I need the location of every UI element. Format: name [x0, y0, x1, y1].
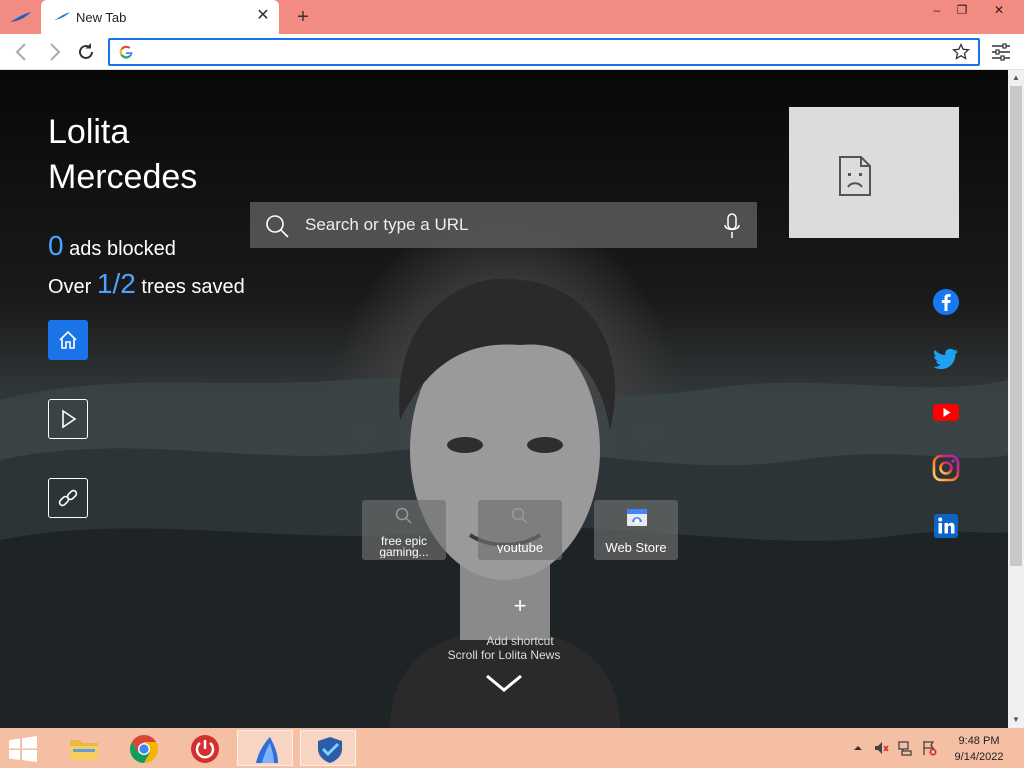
volume-muted-icon[interactable] [873, 740, 889, 756]
link-icon [58, 489, 78, 507]
power-app-icon [191, 735, 219, 763]
address-bar[interactable] [108, 38, 980, 66]
home-button[interactable] [48, 320, 88, 360]
taskbar-shield-vpn[interactable] [300, 730, 356, 766]
search-icon [395, 507, 412, 524]
trees-saved-label: trees saved [141, 276, 245, 298]
clock-date: 9/14/2022 [954, 751, 1004, 763]
taskbar-clock[interactable]: 9:48 PM 9/14/2022 [944, 733, 1014, 765]
instagram-icon[interactable] [932, 454, 960, 482]
new-tab-page: Lolita Mercedes 0 ads blocked Over 1/2 t… [0, 70, 1008, 728]
app-logo-icon [10, 12, 31, 22]
taskbar-chrome[interactable] [115, 730, 171, 766]
settings-sliders-icon[interactable] [990, 42, 1012, 62]
title-bar: New Tab ✕ + – ❐ ✕ [0, 0, 1024, 34]
forward-icon[interactable] [42, 40, 66, 64]
add-shortcut-button[interactable]: + Add shortcut [470, 594, 570, 650]
home-icon [59, 330, 77, 349]
shortcut-tile[interactable]: youtube [478, 500, 562, 560]
taskbar-power-app[interactable] [176, 730, 232, 766]
back-icon[interactable] [10, 40, 34, 64]
window-close-button[interactable]: ✕ [982, 0, 1016, 20]
page-scrollbar[interactable]: ▲ ▼ [1008, 70, 1024, 728]
network-icon[interactable] [897, 740, 913, 756]
tab-favicon-icon [54, 12, 70, 20]
new-tab-button[interactable]: + [292, 6, 314, 28]
star-icon[interactable] [952, 43, 970, 61]
tab-title: New Tab [76, 10, 127, 25]
shortcut-tile[interactable]: Web Store [594, 500, 678, 560]
taskbar-file-explorer[interactable] [55, 730, 111, 766]
tray-up-icon[interactable] [850, 740, 866, 756]
shortcut-tile[interactable]: free epic gaming... [362, 500, 446, 560]
reload-icon[interactable] [74, 40, 98, 64]
scroll-up-arrow[interactable]: ▲ [1008, 70, 1024, 86]
microphone-icon[interactable] [723, 213, 741, 239]
linkedin-icon[interactable] [932, 512, 960, 540]
shortcut-label: Web Store [605, 542, 667, 553]
news-scroll-label: Scroll for Lolita News [447, 648, 561, 662]
scroll-down-arrow[interactable]: ▼ [1008, 712, 1024, 728]
file-explorer-icon [70, 740, 98, 760]
search-input[interactable] [305, 215, 705, 235]
twitter-icon[interactable] [932, 344, 960, 372]
lolita-browser-icon [256, 737, 278, 763]
play-button[interactable] [48, 399, 88, 439]
trees-saved-count: 1/2 [96, 268, 136, 299]
trees-saved-stat: Over 1/2 trees saved [48, 270, 248, 301]
search-icon [266, 215, 289, 238]
broken-document-icon [839, 156, 871, 196]
play-icon [62, 409, 77, 429]
add-shortcut-label: Add shortcut [486, 634, 554, 648]
flag-alert-icon[interactable] [921, 740, 937, 756]
ads-blocked-count: 0 [48, 230, 64, 261]
youtube-icon[interactable] [932, 398, 960, 426]
facebook-icon[interactable] [932, 288, 960, 316]
trees-prefix: Over [48, 276, 92, 298]
windows-start-icon[interactable] [8, 736, 38, 762]
web-store-icon [627, 509, 647, 526]
plus-icon: + [513, 593, 527, 618]
maximize-button[interactable]: ❐ [945, 0, 979, 20]
broken-image-frame [789, 107, 959, 238]
search-icon [511, 507, 528, 524]
profile-name: Lolita Mercedes [48, 113, 198, 196]
clock-time: 9:48 PM [958, 735, 1000, 747]
scroll-thumb[interactable] [1010, 86, 1022, 566]
tab-close-button[interactable]: ✕ [255, 8, 271, 24]
ads-blocked-stat: 0 ads blocked [48, 230, 176, 262]
shortcut-label: free epic gaming... [379, 536, 429, 558]
taskbar-lolita-browser[interactable] [237, 730, 293, 766]
chevron-down-icon[interactable] [485, 672, 523, 694]
shortcut-label: youtube [496, 542, 544, 553]
search-box[interactable] [250, 202, 757, 248]
ads-blocked-label: ads blocked [69, 238, 176, 260]
links-button[interactable] [48, 478, 88, 518]
tab-new-tab[interactable]: New Tab ✕ [41, 0, 279, 34]
address-input[interactable] [140, 43, 940, 61]
browser-toolbar [0, 34, 1024, 70]
shield-vpn-icon [318, 737, 342, 763]
google-g-icon [119, 45, 133, 59]
windows-taskbar: 9:48 PM 9/14/2022 [0, 728, 1024, 768]
chrome-icon [130, 735, 158, 763]
